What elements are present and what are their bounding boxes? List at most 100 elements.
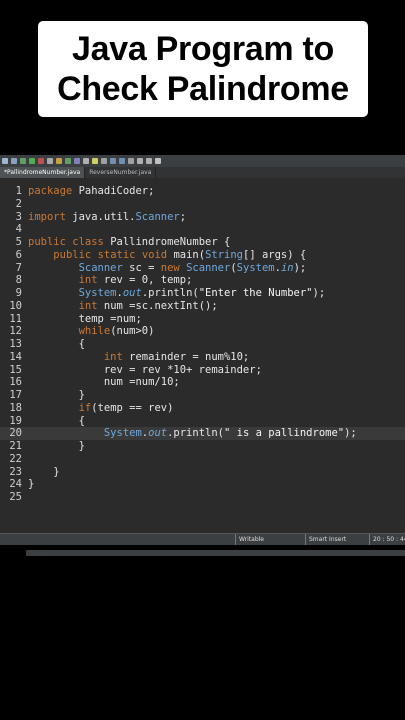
- code-line[interactable]: 14 int remainder = num%10;: [0, 351, 405, 364]
- title-line-2: Check Palindrome: [57, 70, 349, 108]
- save-icon[interactable]: [11, 158, 17, 164]
- code-line[interactable]: 21 }: [0, 440, 405, 453]
- ide-window: *PallindromeNumber.java ReverseNumber.ja…: [0, 155, 405, 556]
- line-number: 21: [9, 440, 22, 452]
- prev-annotation-icon[interactable]: [146, 158, 152, 164]
- back-arrow-icon[interactable]: [110, 158, 116, 164]
- task-icon[interactable]: [83, 158, 89, 164]
- code-line[interactable]: 20 System.out.println(" is a pallindrome…: [0, 427, 405, 441]
- editor-tabs: *PallindromeNumber.java ReverseNumber.ja…: [0, 167, 405, 178]
- code-text[interactable]: import java.util.Scanner;: [28, 211, 186, 224]
- code-text[interactable]: package PahadiCoder;: [28, 185, 154, 198]
- code-line[interactable]: 24}: [0, 478, 405, 491]
- code-text[interactable]: }: [28, 478, 34, 491]
- code-line[interactable]: 10 int num =sc.nextInt();: [0, 300, 405, 313]
- code-text[interactable]: }: [28, 389, 85, 402]
- line-number: 9: [15, 287, 22, 299]
- debug-icon[interactable]: [20, 158, 26, 164]
- line-number: 18: [9, 401, 22, 414]
- package-icon[interactable]: [56, 158, 62, 164]
- code-line[interactable]: 11 temp =num;: [0, 313, 405, 326]
- code-text[interactable]: num =num/10;: [28, 376, 180, 389]
- tab-reverse-number[interactable]: ReverseNumber.java: [85, 167, 157, 178]
- code-text[interactable]: System.out.println("Enter the Number");: [28, 287, 326, 300]
- pin-icon[interactable]: [128, 158, 134, 164]
- line-number: 22: [9, 452, 22, 465]
- tab-pallindrome-number[interactable]: *PallindromeNumber.java: [0, 167, 86, 178]
- open-type-icon[interactable]: [74, 158, 80, 164]
- line-number: 25: [9, 491, 22, 503]
- code-text[interactable]: if(temp == rev): [28, 402, 174, 415]
- annotation-icon[interactable]: [101, 158, 107, 164]
- line-number: 17: [9, 389, 22, 401]
- line-number: 20: [9, 427, 22, 440]
- code-line[interactable]: 2: [0, 198, 405, 211]
- code-text[interactable]: int rev = 0, temp;: [28, 274, 193, 287]
- code-line[interactable]: 4: [0, 223, 405, 236]
- code-line[interactable]: 19 {: [0, 415, 405, 428]
- run-icon[interactable]: [29, 158, 35, 164]
- line-number: 16: [9, 376, 22, 389]
- status-bar: Writable Smart Insert 20 : 50 : 44: [0, 533, 405, 545]
- code-text[interactable]: }: [28, 466, 59, 479]
- highlight-icon[interactable]: [92, 158, 98, 164]
- code-line[interactable]: 15 rev = rev *10+ remainder;: [0, 364, 405, 377]
- line-number: 2: [15, 197, 22, 210]
- code-line[interactable]: 23 }: [0, 466, 405, 479]
- code-line[interactable]: 16 num =num/10;: [0, 376, 405, 389]
- code-text[interactable]: int remainder = num%10;: [28, 351, 249, 364]
- code-text[interactable]: public static void main(String[] args) {: [28, 249, 306, 262]
- horizontal-scrollbar[interactable]: [26, 550, 405, 556]
- line-number: 7: [15, 261, 22, 274]
- line-number: 1: [15, 185, 22, 197]
- class-icon[interactable]: [65, 158, 71, 164]
- code-line[interactable]: 7 Scanner sc = new Scanner(System.in);: [0, 262, 405, 275]
- line-number: 10: [9, 299, 22, 312]
- code-line[interactable]: 8 int rev = 0, temp;: [0, 274, 405, 287]
- code-line[interactable]: 3 import java.util.Scanner;: [0, 211, 405, 224]
- line-number: 19: [9, 414, 22, 427]
- last-edit-icon[interactable]: [155, 158, 161, 164]
- code-text[interactable]: System.out.println(" is a pallindrome");: [28, 427, 357, 440]
- code-line[interactable]: 1 package PahadiCoder;: [0, 185, 405, 198]
- code-text[interactable]: public class PallindromeNumber {: [28, 236, 230, 249]
- code-line[interactable]: 22: [0, 453, 405, 466]
- search-icon[interactable]: [47, 158, 53, 164]
- code-line[interactable]: 9 System.out.println("Enter the Number")…: [0, 287, 405, 300]
- stop-icon[interactable]: [38, 158, 44, 164]
- status-cursor-position: 20 : 50 : 44: [369, 534, 405, 545]
- line-number: 3: [15, 210, 22, 223]
- code-text[interactable]: {: [28, 338, 85, 351]
- next-annotation-icon[interactable]: [137, 158, 143, 164]
- code-line[interactable]: 13 {: [0, 338, 405, 351]
- code-text[interactable]: {: [28, 415, 85, 428]
- line-number: 14: [9, 350, 22, 363]
- line-number: 8: [15, 274, 22, 287]
- code-text[interactable]: int num =sc.nextInt();: [28, 300, 218, 313]
- code-line[interactable]: 5 public class PallindromeNumber {: [0, 236, 405, 249]
- forward-arrow-icon[interactable]: [119, 158, 125, 164]
- line-number: 13: [9, 338, 22, 350]
- title-card: Java Program to Check Palindrome: [38, 21, 368, 117]
- code-text[interactable]: rev = rev *10+ remainder;: [28, 364, 262, 377]
- code-line[interactable]: 25: [0, 491, 405, 504]
- code-text[interactable]: Scanner sc = new Scanner(System.in);: [28, 262, 307, 275]
- code-text[interactable]: temp =num;: [28, 313, 142, 326]
- toolbar: [0, 155, 405, 167]
- code-line[interactable]: 18 if(temp == rev): [0, 402, 405, 415]
- code-line[interactable]: 12 while(num>0): [0, 325, 405, 338]
- code-line[interactable]: 6 public static void main(String[] args)…: [0, 249, 405, 262]
- code-editor[interactable]: 1 package PahadiCoder; 2 3 import java.util.…: [0, 180, 405, 556]
- status-writable: Writable: [235, 534, 307, 545]
- code-line[interactable]: 17 }: [0, 389, 405, 402]
- line-number: 4: [15, 223, 22, 236]
- line-number: 6: [15, 248, 22, 261]
- code-text[interactable]: }: [28, 440, 85, 453]
- line-number: 23: [9, 465, 22, 478]
- line-number: 11: [9, 312, 22, 325]
- new-file-icon[interactable]: [2, 158, 8, 164]
- code-text[interactable]: while(num>0): [28, 325, 155, 338]
- line-number: 24: [9, 478, 22, 491]
- line-number: 5: [15, 236, 22, 248]
- line-number: 12: [9, 325, 22, 338]
